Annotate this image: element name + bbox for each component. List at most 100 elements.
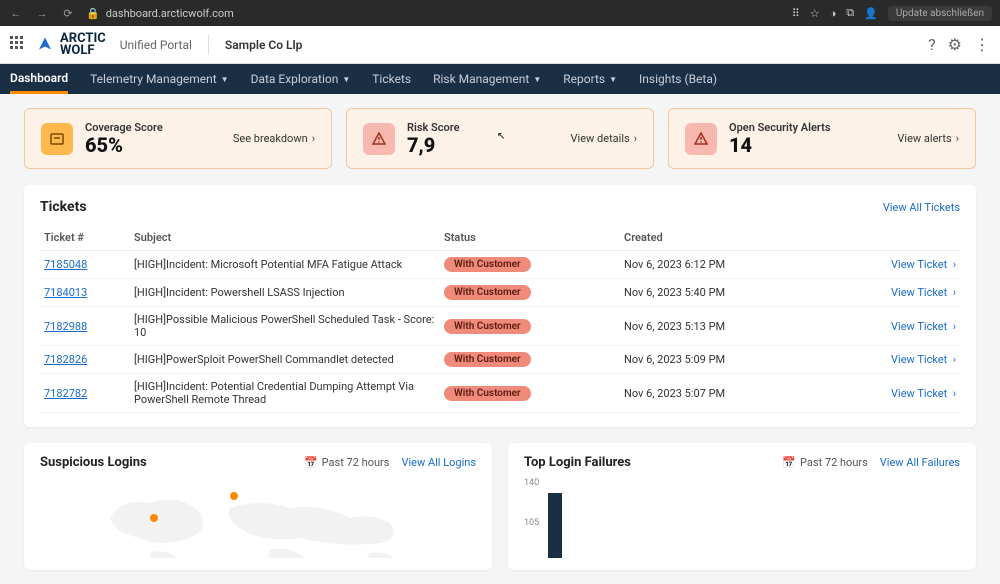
chevron-right-icon: › [956, 132, 959, 145]
table-row: 7182988 [HIGH]Possible Malicious PowerShe… [40, 307, 960, 346]
tickets-panel: Tickets View All Tickets Ticket # Subjec… [24, 185, 976, 427]
nav-item-data-exploration[interactable]: Data Exploration▼ [251, 64, 351, 94]
login-failures-panel: Top Login Failures 📅 Past 72 hours View … [508, 443, 976, 570]
more-icon[interactable]: ⋮ [974, 35, 990, 54]
ticket-created: Nov 6, 2023 5:09 PM [620, 346, 800, 374]
view-ticket-link[interactable]: View Ticket › [891, 320, 956, 333]
status-badge: With Customer [444, 386, 531, 401]
ticket-id-link[interactable]: 7185048 [44, 258, 87, 271]
forward-button[interactable]: → [34, 5, 50, 21]
tickets-title: Tickets [40, 199, 87, 215]
brand-logo[interactable]: ARCTIC WOLF [36, 33, 106, 56]
address-bar[interactable]: 🔒 dashboard.arcticwolf.com [86, 7, 782, 20]
alerts-icon [685, 123, 717, 155]
risk-details-link[interactable]: View details › [571, 132, 637, 145]
ticket-created: Nov 6, 2023 5:40 PM [620, 279, 800, 307]
risk-score-card: Risk Score 7,9 ↖ View details › [346, 108, 654, 169]
app-header: ARCTIC WOLF Unified Portal Sample Co Llp… [0, 26, 1000, 64]
risk-icon [363, 123, 395, 155]
nav-item-telemetry-management[interactable]: Telemetry Management▼ [90, 64, 228, 94]
cursor-icon: ↖ [497, 131, 505, 142]
extension-icon[interactable]: ◑ [830, 7, 837, 20]
failures-title: Top Login Failures [524, 455, 782, 470]
divider [208, 35, 209, 55]
chevron-down-icon: ▼ [609, 75, 617, 84]
view-all-failures-link[interactable]: View All Failures [880, 456, 960, 469]
nav-item-risk-management[interactable]: Risk Management▼ [433, 64, 541, 94]
table-row: 7184013 [HIGH]Incident: Powershell LSASS … [40, 279, 960, 307]
view-ticket-link[interactable]: View Ticket › [891, 353, 956, 366]
view-ticket-link[interactable]: View Ticket › [891, 258, 956, 271]
profile-icon[interactable]: 👤 [864, 7, 878, 20]
nav-item-reports[interactable]: Reports▼ [563, 64, 617, 94]
world-map [40, 478, 476, 558]
ticket-subject: [HIGH]Incident: Powershell LSASS Injecti… [130, 279, 440, 307]
status-badge: With Customer [444, 319, 531, 334]
status-badge: With Customer [444, 352, 531, 367]
col-status: Status [440, 225, 620, 251]
risk-value: 7,9 [407, 134, 571, 156]
tickets-table: Ticket # Subject Status Created 7185048[… [40, 225, 960, 413]
map-marker [150, 514, 158, 522]
suspicious-time-filter[interactable]: 📅 Past 72 hours [304, 456, 389, 469]
suspicious-logins-panel: Suspicious Logins 📅 Past 72 hours View A… [24, 443, 492, 570]
chevron-down-icon: ▼ [221, 75, 229, 84]
ticket-subject: [HIGH]Incident: Microsoft Potential MFA … [130, 251, 440, 279]
brand-line2: WOLF [60, 45, 106, 57]
main-nav: Dashboard Telemetry Management▼ Data Explo… [0, 64, 1000, 94]
table-row: 7185048 [HIGH]Incident: Microsoft Potenti… [40, 251, 960, 279]
status-badge: With Customer [444, 285, 531, 300]
bottom-panels: Suspicious Logins 📅 Past 72 hours View A… [24, 443, 976, 570]
view-ticket-link[interactable]: View Ticket › [891, 286, 956, 299]
view-all-logins-link[interactable]: View All Logins [401, 456, 476, 469]
ticket-subject: [HIGH]Incident: Potential Credential Dum… [130, 374, 440, 413]
back-button[interactable]: ← [8, 5, 24, 21]
calendar-icon: 📅 [782, 456, 796, 469]
nav-item-tickets[interactable]: Tickets [372, 64, 411, 94]
reload-button[interactable]: ⟳ [60, 5, 76, 21]
apps-grid-icon[interactable] [10, 35, 24, 54]
url-text: dashboard.arcticwolf.com [106, 7, 234, 20]
coverage-value: 65% [85, 134, 233, 156]
score-cards: Coverage Score 65% See breakdown › Risk … [24, 108, 976, 169]
y-tick: 105 [524, 518, 539, 528]
bookmark-icon[interactable]: ☆ [810, 7, 820, 20]
portal-label: Unified Portal [120, 38, 192, 52]
translate-icon[interactable]: ⠿ [792, 7, 800, 20]
ticket-created: Nov 6, 2023 5:13 PM [620, 307, 800, 346]
chevron-right-icon: › [634, 132, 637, 145]
chevron-right-icon: › [312, 132, 315, 145]
alerts-label: Open Security Alerts [729, 121, 897, 134]
ticket-subject: [HIGH]Possible Malicious PowerShell Sche… [130, 307, 440, 346]
status-badge: With Customer [444, 257, 531, 272]
browser-chrome: ← → ⟳ 🔒 dashboard.arcticwolf.com ⠿ ☆ ◑ ⧉… [0, 0, 1000, 26]
col-ticket-id: Ticket # [40, 225, 130, 251]
nav-item-insights-beta-[interactable]: Insights (Beta) [639, 64, 717, 94]
table-row: 7182782 [HIGH]Incident: Potential Credent… [40, 374, 960, 413]
coverage-score-card: Coverage Score 65% See breakdown › [24, 108, 332, 169]
nav-item-dashboard[interactable]: Dashboard [10, 64, 68, 94]
ticket-id-link[interactable]: 7184013 [44, 286, 87, 299]
coverage-breakdown-link[interactable]: See breakdown › [233, 132, 315, 145]
alerts-value: 14 [729, 134, 897, 156]
settings-icon[interactable]: ⚙ [948, 35, 962, 54]
failures-chart: 140 105 [524, 478, 960, 558]
chevron-down-icon: ▼ [342, 75, 350, 84]
coverage-icon [41, 123, 73, 155]
failures-time-filter[interactable]: 📅 Past 72 hours [782, 456, 867, 469]
open-alerts-card: Open Security Alerts 14 View alerts › [668, 108, 976, 169]
view-alerts-link[interactable]: View alerts › [897, 132, 959, 145]
extensions-icon[interactable]: ⧉ [846, 6, 854, 20]
lock-icon: 🔒 [86, 7, 100, 20]
ticket-id-link[interactable]: 7182988 [44, 320, 87, 333]
view-all-tickets-link[interactable]: View All Tickets [883, 201, 960, 214]
view-ticket-link[interactable]: View Ticket › [891, 387, 956, 400]
company-name[interactable]: Sample Co Llp [225, 38, 302, 52]
table-row: 7182826 [HIGH]PowerSploit PowerShell Comm… [40, 346, 960, 374]
ticket-id-link[interactable]: 7182826 [44, 353, 87, 366]
calendar-icon: 📅 [304, 456, 318, 469]
ticket-id-link[interactable]: 7182782 [44, 387, 87, 400]
ticket-subject: [HIGH]PowerSploit PowerShell Commandlet … [130, 346, 440, 374]
update-button[interactable]: Update abschließen [888, 6, 992, 21]
help-icon[interactable]: ? [928, 35, 936, 54]
